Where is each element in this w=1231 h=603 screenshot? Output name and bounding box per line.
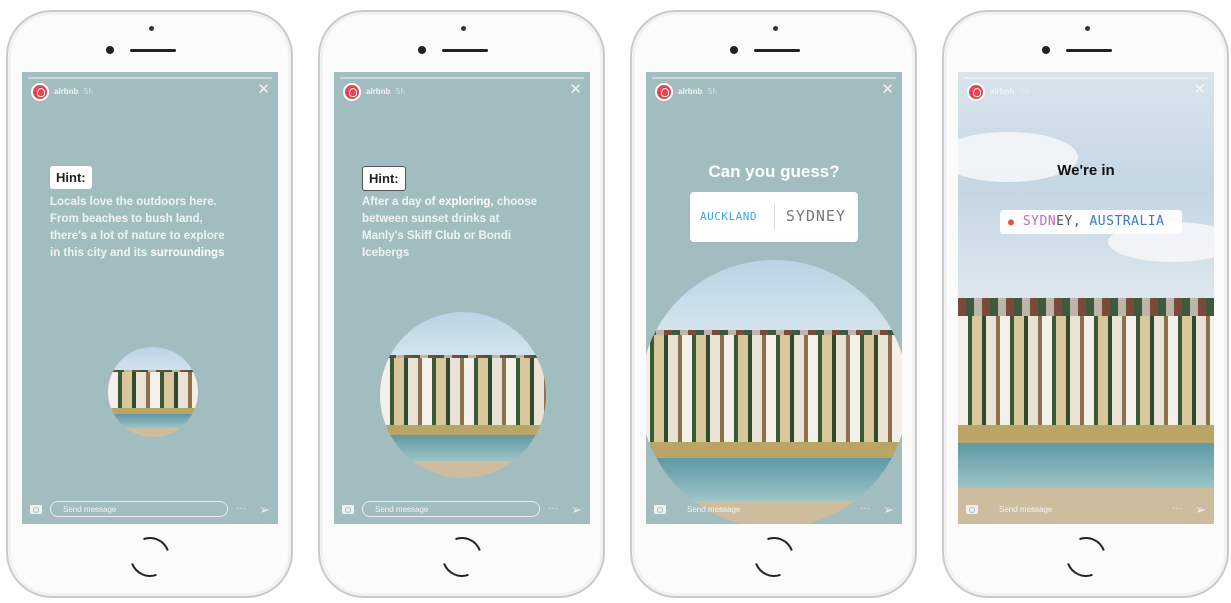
camera-icon[interactable] — [30, 505, 42, 514]
poll-option-auckland[interactable]: AUCKLAND — [700, 210, 757, 223]
camera-icon[interactable] — [966, 505, 978, 514]
story-username[interactable]: airbnb — [678, 87, 702, 96]
earpiece-speaker — [1066, 49, 1112, 52]
location-text-2: EY, — [1056, 214, 1090, 229]
story-screen-4[interactable]: airbnb 5h ✕ We're in ● SYDNEY, AUSTRALIA… — [958, 72, 1214, 524]
send-message-input[interactable]: Send message — [50, 501, 228, 517]
send-icon[interactable]: ➢ — [883, 503, 894, 516]
hint-text-highlight: surroundings — [150, 247, 225, 259]
hint-text: Locals love the outdoors here. From beac… — [50, 194, 230, 262]
beach-photo-circle — [108, 347, 198, 437]
story-time: 5h — [396, 87, 405, 96]
close-icon[interactable]: ✕ — [1193, 82, 1206, 97]
front-camera — [418, 46, 426, 54]
story-screen-2[interactable]: airbnb 5h ✕ Hint: After a day of explori… — [334, 72, 590, 524]
airbnb-avatar-icon[interactable] — [655, 83, 673, 101]
send-message-input[interactable]: Send message — [362, 501, 540, 517]
close-icon[interactable]: ✕ — [257, 82, 270, 97]
photo-houses — [108, 372, 198, 410]
photo-sky — [958, 72, 1214, 308]
reveal-title: We're in — [1057, 162, 1115, 179]
phone-1: airbnb 5h ✕ Hint: Locals love the outdoo… — [6, 10, 293, 598]
send-icon[interactable]: ➢ — [259, 503, 270, 516]
story-time: 5h — [1020, 87, 1029, 96]
beach-photo-circle — [380, 312, 546, 478]
photo-sea — [958, 442, 1214, 488]
front-camera — [1042, 46, 1050, 54]
story-footer: Send message ··· ➢ — [334, 492, 590, 524]
proximity-sensor — [149, 26, 154, 31]
hint-label: Hint: — [362, 166, 406, 191]
close-icon[interactable]: ✕ — [881, 82, 894, 97]
location-text-1: SYDN — [1022, 214, 1057, 229]
home-button[interactable] — [747, 530, 801, 584]
story-screen-1[interactable]: airbnb 5h ✕ Hint: Locals love the outdoo… — [22, 72, 278, 524]
photo-houses — [646, 335, 902, 448]
story-header: airbnb 5h ✕ — [22, 72, 278, 106]
phone-3: airbnb 5h ✕ Can you guess? AUCKLAND SYDN… — [630, 10, 917, 598]
story-username[interactable]: airbnb — [54, 87, 78, 96]
photo-seawall — [380, 424, 546, 435]
send-icon[interactable]: ➢ — [571, 503, 582, 516]
story-footer: Send message ··· ➢ — [22, 492, 278, 524]
front-camera — [106, 46, 114, 54]
location-pin-icon: ● — [1008, 217, 1015, 228]
home-button[interactable] — [123, 530, 177, 584]
earpiece-speaker — [754, 49, 800, 52]
hint-text-highlight: exploring — [438, 196, 491, 208]
photo-houses — [380, 358, 546, 429]
story-screen-3[interactable]: airbnb 5h ✕ Can you guess? AUCKLAND SYDN… — [646, 72, 902, 524]
story-footer: Send message ··· ➢ — [958, 492, 1214, 524]
story-username[interactable]: airbnb — [366, 87, 390, 96]
location-text-3: AUSTRALIA — [1089, 214, 1165, 229]
airbnb-avatar-icon[interactable] — [967, 83, 985, 101]
story-username[interactable]: airbnb — [990, 87, 1014, 96]
front-camera — [730, 46, 738, 54]
story-header: airbnb 5h ✕ — [334, 72, 590, 106]
photo-seawall — [958, 424, 1214, 443]
airbnb-avatar-icon[interactable] — [31, 83, 49, 101]
home-button[interactable] — [435, 530, 489, 584]
phone-2: airbnb 5h ✕ Hint: After a day of explori… — [318, 10, 605, 598]
home-button[interactable] — [1059, 530, 1113, 584]
poll-sticker: AUCKLAND SYDNEY — [690, 192, 858, 242]
ellipsis-icon[interactable]: ··· — [236, 504, 246, 514]
proximity-sensor — [461, 26, 466, 31]
camera-icon[interactable] — [342, 505, 354, 514]
photo-houses — [958, 316, 1214, 425]
photo-sand — [108, 428, 198, 437]
poll-option-sydney[interactable]: SYDNEY — [786, 207, 846, 225]
beach-photo-circle — [646, 260, 902, 524]
story-header: airbnb 5h ✕ — [958, 72, 1214, 106]
ellipsis-icon[interactable]: ··· — [860, 504, 870, 514]
proximity-sensor — [1085, 26, 1090, 31]
send-message-input[interactable]: Send message — [986, 501, 1164, 517]
airbnb-avatar-icon[interactable] — [343, 83, 361, 101]
phone-4: airbnb 5h ✕ We're in ● SYDNEY, AUSTRALIA… — [942, 10, 1229, 598]
photo-seawall — [646, 442, 902, 459]
earpiece-speaker — [442, 49, 488, 52]
earpiece-speaker — [130, 49, 176, 52]
hint-text-body: After a day of — [362, 196, 439, 208]
hint-text: After a day of exploring, choose between… — [362, 194, 542, 262]
story-header: airbnb 5h ✕ — [646, 72, 902, 106]
story-time: 5h — [708, 87, 717, 96]
story-footer: Send message ··· ➢ — [646, 492, 902, 524]
send-message-input[interactable]: Send message — [674, 501, 852, 517]
poll-divider — [774, 204, 775, 230]
location-sticker[interactable]: ● SYDNEY, AUSTRALIA — [1000, 210, 1182, 234]
camera-icon[interactable] — [654, 505, 666, 514]
hint-label: Hint: — [50, 166, 92, 189]
ellipsis-icon[interactable]: ··· — [1172, 504, 1182, 514]
photo-sand — [380, 461, 546, 478]
proximity-sensor — [773, 26, 778, 31]
ellipsis-icon[interactable]: ··· — [548, 504, 558, 514]
send-icon[interactable]: ➢ — [1195, 503, 1206, 516]
story-time: 5h — [84, 87, 93, 96]
photo-sea — [380, 434, 546, 462]
poll-question: Can you guess? — [708, 162, 840, 181]
photo-sea — [108, 413, 198, 428]
close-icon[interactable]: ✕ — [569, 82, 582, 97]
